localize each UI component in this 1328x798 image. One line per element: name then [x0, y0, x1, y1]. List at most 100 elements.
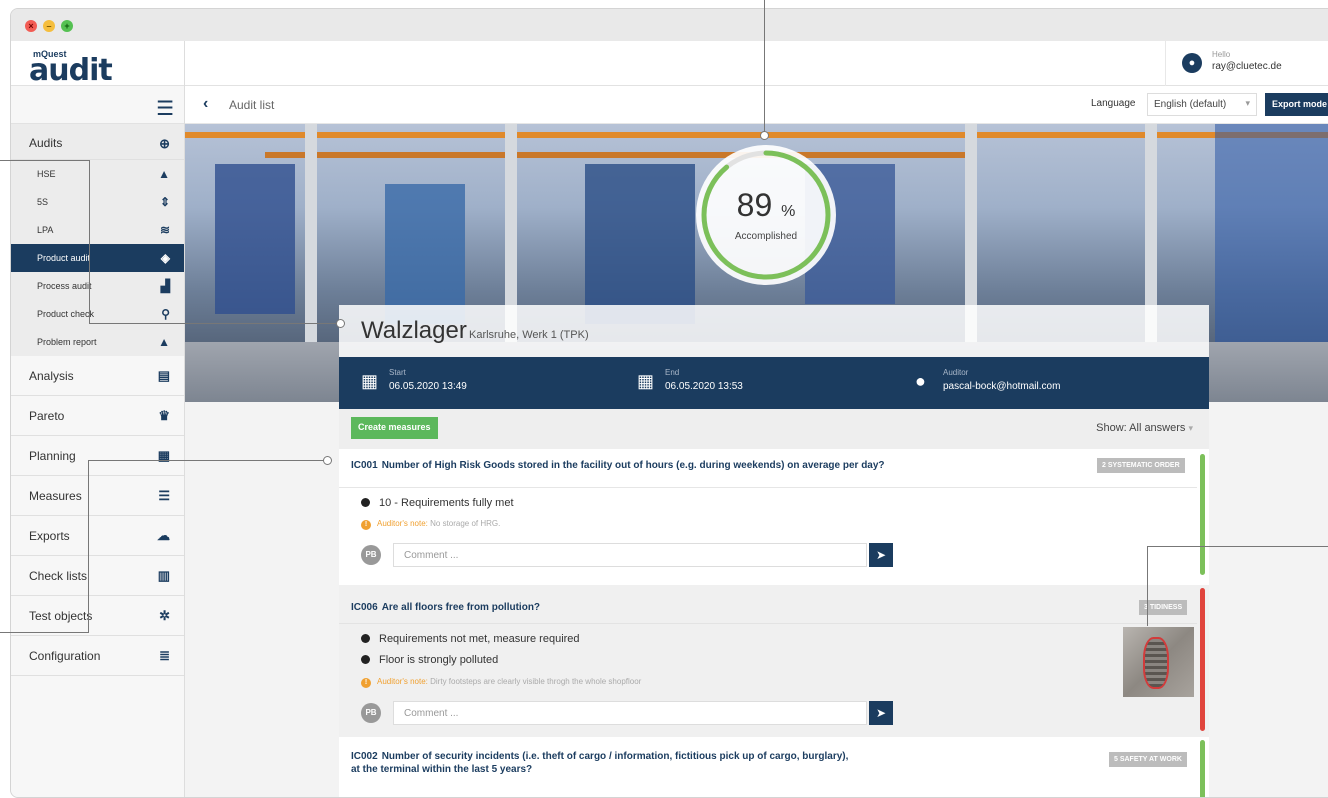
top-header: ● Hello ray@cluetec.de	[185, 41, 1328, 86]
percent-number: 89	[736, 187, 773, 223]
sidebar-subitem-product-audit[interactable]: Product audit ◈	[11, 244, 184, 272]
hamburger-icon[interactable]: ☰	[156, 96, 174, 121]
footprint-icon	[1143, 637, 1169, 689]
user-menu[interactable]: ● Hello ray@cluetec.de	[1165, 41, 1328, 86]
cogs-icon: ✲	[159, 608, 170, 623]
evidence-photo[interactable]	[1123, 627, 1194, 697]
cloud-upload-icon: ☁	[157, 528, 170, 543]
user-avatar-icon[interactable]: ●	[1182, 53, 1202, 73]
accomplished-gauge: 89 % Accomplished	[696, 145, 836, 285]
sidebar-item-planning[interactable]: Planning ▦	[11, 436, 184, 476]
show-answers-dropdown[interactable]: Show: All answers ▾	[1096, 422, 1193, 434]
send-icon[interactable]: ➤	[869, 701, 893, 725]
status-bar	[1200, 588, 1205, 731]
category-badge: 5 SAFETY AT WORK	[1109, 752, 1187, 767]
sidebar-item-label: Check lists	[29, 569, 88, 583]
globe-icon: ⊕	[159, 136, 170, 151]
database-icon: ≣	[159, 648, 170, 663]
status-bar	[1200, 454, 1205, 575]
bullet-icon	[361, 634, 370, 643]
sidebar-item-label: Audits	[29, 136, 63, 150]
calendar-icon: ▦	[157, 448, 170, 463]
annotation-leader-line	[0, 632, 88, 633]
audit-title-band: Walzlager Karlsruhe, Werk 1 (TPK)	[339, 305, 1209, 357]
answer-text: Requirements not met, measure required	[379, 633, 580, 645]
annotation-leader-line	[0, 160, 90, 161]
user-email: ray@cluetec.de	[1212, 61, 1282, 72]
question-title: IC002 Number of security incidents (i.e. …	[351, 751, 848, 762]
language-value: English (default)	[1154, 99, 1227, 110]
language-select[interactable]: English (default) ▾	[1147, 93, 1257, 116]
sidebar-subitem-process-audit[interactable]: Process audit ▟	[11, 272, 184, 300]
sidebar-subitem-lpa[interactable]: LPA ≋	[11, 216, 184, 244]
answer-text: Floor is strongly polluted	[379, 654, 499, 666]
minimize-window-icon[interactable]: –	[43, 20, 55, 32]
sidebar-item-analysis[interactable]: Analysis ▤	[11, 356, 184, 396]
create-measures-button[interactable]: Create measures	[351, 417, 438, 439]
gauge-label: Accomplished	[734, 231, 798, 242]
sidebar-item-test-objects[interactable]: Test objects ✲	[11, 596, 184, 636]
calendar-icon: ▦	[361, 371, 379, 391]
comment-input[interactable]: Comment ...	[393, 543, 867, 567]
status-bar	[1200, 740, 1205, 797]
warning-icon: !	[361, 678, 371, 688]
end-value: 06.05.2020 13:53	[665, 381, 743, 392]
calendar-icon: ▦	[637, 371, 655, 391]
comment-input[interactable]: Comment ...	[393, 701, 867, 725]
sidebar: mQuest audit ☰ Audits ⊕ HSE ▲ 5S ⇕ LPA ≋…	[11, 41, 185, 797]
auditor-label: Auditor	[943, 368, 969, 377]
maximize-window-icon[interactable]: +	[61, 20, 73, 32]
sidebar-item-pareto[interactable]: Pareto ♛	[11, 396, 184, 436]
annotation-marker	[336, 319, 345, 328]
helmet-icon: ▲	[158, 167, 170, 181]
annotation-leader-line	[88, 460, 89, 633]
sidebar-item-label: LPA	[37, 225, 54, 235]
annotation-leader-line	[89, 160, 90, 324]
sidebar-item-measures[interactable]: Measures ☰	[11, 476, 184, 516]
app-window: × – + mQuest audit ☰ Audits ⊕ HSE ▲ 5S ⇕…	[10, 8, 1328, 798]
answer: Floor is strongly polluted	[361, 654, 498, 666]
question-code: IC001	[351, 460, 378, 471]
show-answers-label: Show: All answers	[1096, 422, 1186, 434]
commenter-avatar: PB	[361, 703, 381, 723]
breadcrumb[interactable]: Audit list	[229, 98, 274, 112]
sidebar-subitem-hse[interactable]: HSE ▲	[11, 160, 184, 188]
logo: mQuest audit	[11, 41, 184, 88]
note-text: Dirty footsteps are clearly visible thro…	[430, 677, 642, 686]
sidebar-item-exports[interactable]: Exports ☁	[11, 516, 184, 556]
sidebar-item-label: HSE	[37, 169, 56, 179]
menu-toggle[interactable]: ☰	[11, 86, 184, 124]
send-icon[interactable]: ➤	[869, 543, 893, 567]
filter-bar: Create measures Show: All answers ▾	[339, 409, 1209, 449]
note-key: Auditor's note:	[377, 519, 428, 528]
storage-rack	[215, 164, 295, 314]
annotation-leader-line	[1147, 546, 1148, 626]
close-window-icon[interactable]: ×	[25, 20, 37, 32]
sidebar-subitem-problem-report[interactable]: Problem report ▲	[11, 328, 184, 356]
bullet-icon	[361, 655, 370, 664]
annotation-marker	[760, 131, 769, 140]
export-mode-button[interactable]: Export mode	[1265, 93, 1328, 116]
sidebar-item-label: Process audit	[37, 281, 92, 291]
question-text: Are all floors free from pollution?	[381, 602, 541, 613]
tasks-icon: ☰	[158, 488, 170, 503]
sidebar-item-configuration[interactable]: Configuration ≣	[11, 636, 184, 676]
bullet-icon	[361, 498, 370, 507]
sidebar-item-label: 5S	[37, 197, 49, 207]
caret-down-icon: ▾	[1188, 423, 1193, 433]
note-key: Auditor's note:	[377, 677, 428, 686]
sidebar-item-label: Pareto	[29, 409, 65, 423]
user-icon: ●	[915, 371, 926, 391]
factory-icon: ▟	[160, 279, 170, 293]
sidebar-item-check-lists[interactable]: Check lists ▥	[11, 556, 184, 596]
annotation-leader-line	[89, 323, 337, 324]
question-text: Number of High Risk Goods stored in the …	[381, 460, 885, 471]
sidebar-subitem-5s[interactable]: 5S ⇕	[11, 188, 184, 216]
question-code: IC002	[351, 751, 378, 762]
audit-location: Karlsruhe, Werk 1 (TPK)	[469, 329, 589, 341]
sidebar-item-audits[interactable]: Audits ⊕	[11, 124, 184, 160]
question-title-line2: at the terminal within the last 5 years?	[351, 764, 533, 775]
question-card: IC001 Number of High Risk Goods stored in…	[339, 449, 1209, 585]
warning-icon: ▲	[158, 335, 170, 349]
back-chevron-icon[interactable]: ‹	[203, 95, 208, 113]
